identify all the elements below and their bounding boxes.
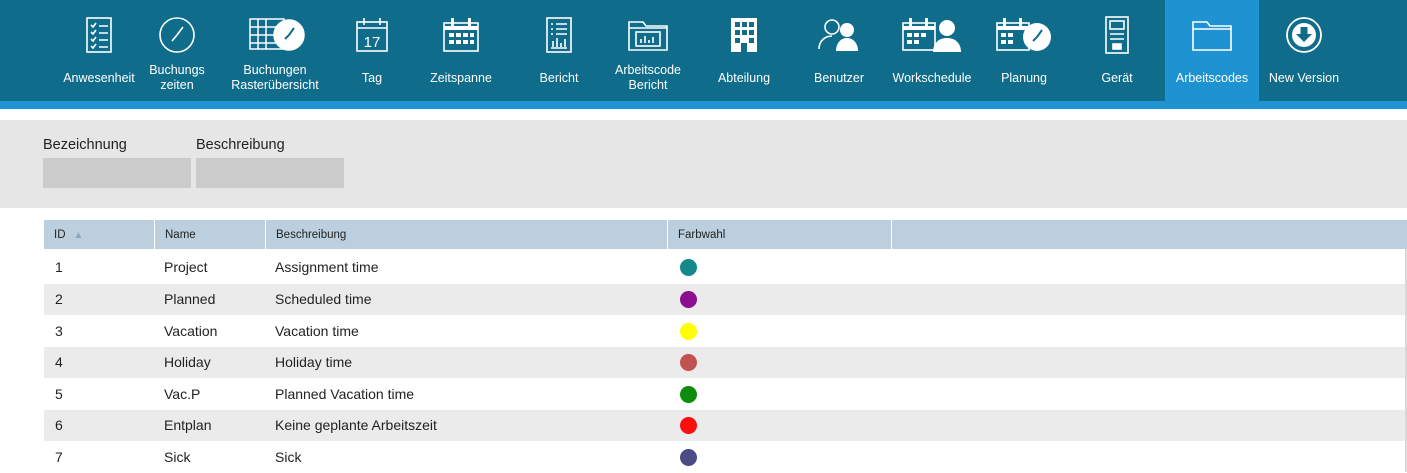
nav-item-bericht[interactable]: Bericht — [522, 0, 596, 101]
nav-label: Gerät — [1101, 71, 1133, 85]
column-header-label: Name — [165, 229, 196, 241]
cell-id: 7 — [55, 449, 63, 465]
nav-label: Arbeitscode Bericht — [614, 63, 681, 92]
calendar-day-number: 17 — [364, 34, 381, 51]
nav-accent-strip — [0, 101, 1407, 109]
device-icon — [1105, 16, 1129, 54]
cell-description: Holiday time — [275, 354, 353, 370]
calendar-clock-icon — [996, 18, 1051, 51]
nav-item-arbeitscodes[interactable]: Arbeitscodes — [1165, 0, 1259, 101]
color-swatch — [680, 417, 697, 434]
nav-item-new-version[interactable]: New Version — [1262, 0, 1346, 101]
nav-item-zeitspanne[interactable]: Zeitspanne — [414, 0, 508, 101]
cell-description: Sick — [275, 449, 302, 465]
column-header-name[interactable]: Name — [155, 220, 266, 249]
nav-label: Arbeitscodes — [1175, 71, 1249, 85]
top-navigation-bar: Anwesenheit Buchungs zeiten Buchungen Ra… — [0, 0, 1407, 101]
cell-id: 3 — [55, 323, 63, 339]
color-swatch — [680, 291, 697, 308]
users-icon — [818, 19, 858, 51]
table-row[interactable]: 1 Project Assignment time — [44, 252, 1407, 283]
column-header-label: ID — [54, 229, 66, 241]
cell-description: Vacation time — [275, 323, 359, 339]
nav-item-workschedule[interactable]: Workschedule — [880, 0, 984, 101]
attendance-list-icon — [86, 17, 112, 53]
cell-name: Holiday — [164, 354, 211, 370]
report-icon — [546, 17, 572, 53]
nav-label: Bericht — [539, 71, 579, 85]
nav-item-buchungen-rasteruebersicht[interactable]: Buchungen Rasterübersicht — [216, 0, 334, 101]
calendar-user-icon — [902, 18, 961, 52]
cell-name: Sick — [164, 449, 191, 465]
table-row[interactable]: 5 Vac.P Planned Vacation time — [44, 379, 1407, 410]
nav-label: Anwesenheit — [63, 71, 135, 85]
nav-label: Abteilung — [717, 71, 771, 85]
cell-id: 5 — [55, 386, 63, 402]
sort-ascending-icon: ▲ — [73, 230, 84, 241]
building-icon — [731, 18, 757, 52]
nav-label: Tag — [361, 71, 383, 85]
clock-icon — [159, 17, 195, 53]
column-header-beschreibung[interactable]: Beschreibung — [266, 220, 668, 249]
cell-name: Vacation — [164, 323, 218, 339]
calendar-day-icon: 17 — [356, 18, 388, 52]
folder-icon — [1192, 21, 1232, 51]
cell-name: Planned — [164, 291, 216, 307]
color-swatch — [680, 386, 697, 403]
table-row[interactable]: 7 Sick Sick — [44, 442, 1407, 473]
color-swatch — [680, 449, 697, 466]
download-circle-icon — [1286, 17, 1322, 53]
nav-label: Planung — [1001, 71, 1047, 85]
color-swatch — [680, 323, 697, 340]
name-filter-label: Bezeichnung — [43, 137, 127, 153]
nav-item-anwesenheit[interactable]: Anwesenheit — [52, 0, 146, 101]
nav-item-benutzer[interactable]: Benutzer — [800, 0, 878, 101]
cell-name: Project — [164, 259, 208, 275]
table-row[interactable]: 4 Holiday Holiday time — [44, 347, 1407, 378]
column-header-farbwahl[interactable]: Farbwahl — [668, 220, 892, 249]
name-filter-input[interactable] — [43, 158, 191, 188]
color-swatch — [680, 259, 697, 276]
cell-description: Keine geplante Arbeitszeit — [275, 417, 437, 433]
cell-id: 1 — [55, 259, 63, 275]
nav-item-tag[interactable]: 17 Tag — [344, 0, 400, 101]
nav-label: New Version — [1268, 71, 1340, 85]
cell-id: 6 — [55, 417, 63, 433]
nav-item-arbeitscode-bericht[interactable]: Arbeitscode Bericht — [606, 0, 690, 101]
column-header-label: Beschreibung — [276, 229, 347, 241]
description-filter-input[interactable] — [196, 158, 344, 188]
nav-label: Zeitspanne — [430, 71, 492, 85]
nav-label: Buchungs zeiten — [149, 63, 205, 92]
cell-description: Scheduled time — [275, 291, 372, 307]
column-header-id[interactable]: ID ▲ — [44, 220, 155, 249]
table-row[interactable]: 3 Vacation Vacation time — [44, 316, 1407, 347]
grid-clock-icon — [249, 18, 305, 51]
nav-label: Workschedule — [892, 71, 972, 85]
cell-id: 4 — [55, 354, 63, 370]
nav-label: Benutzer — [813, 71, 865, 85]
nav-item-geraet[interactable]: Gerät — [1084, 0, 1150, 101]
nav-label: Buchungen Rasterübersicht — [231, 63, 319, 92]
cell-description: Assignment time — [275, 259, 379, 275]
folder-chart-icon — [628, 21, 668, 51]
color-swatch — [680, 354, 697, 371]
nav-item-buchungszeiten[interactable]: Buchungs zeiten — [146, 0, 208, 101]
cell-name: Vac.P — [164, 386, 201, 402]
nav-item-abteilung[interactable]: Abteilung — [706, 0, 782, 101]
description-filter-label: Beschreibung — [196, 137, 285, 153]
column-header-label: Farbwahl — [678, 229, 726, 241]
grid-header: ID ▲ Name Beschreibung Farbwahl — [44, 220, 1407, 249]
filter-panel: Bezeichnung Beschreibung — [0, 120, 1407, 208]
table-row[interactable]: 6 Entplan Keine geplante Arbeitszeit — [44, 410, 1407, 441]
nav-item-planung[interactable]: Planung — [988, 0, 1060, 101]
cell-id: 2 — [55, 291, 63, 307]
calendar-range-icon — [443, 18, 479, 52]
cell-name: Entplan — [164, 417, 212, 433]
table-row[interactable]: 2 Planned Scheduled time — [44, 284, 1407, 315]
cell-description: Planned Vacation time — [275, 386, 415, 402]
